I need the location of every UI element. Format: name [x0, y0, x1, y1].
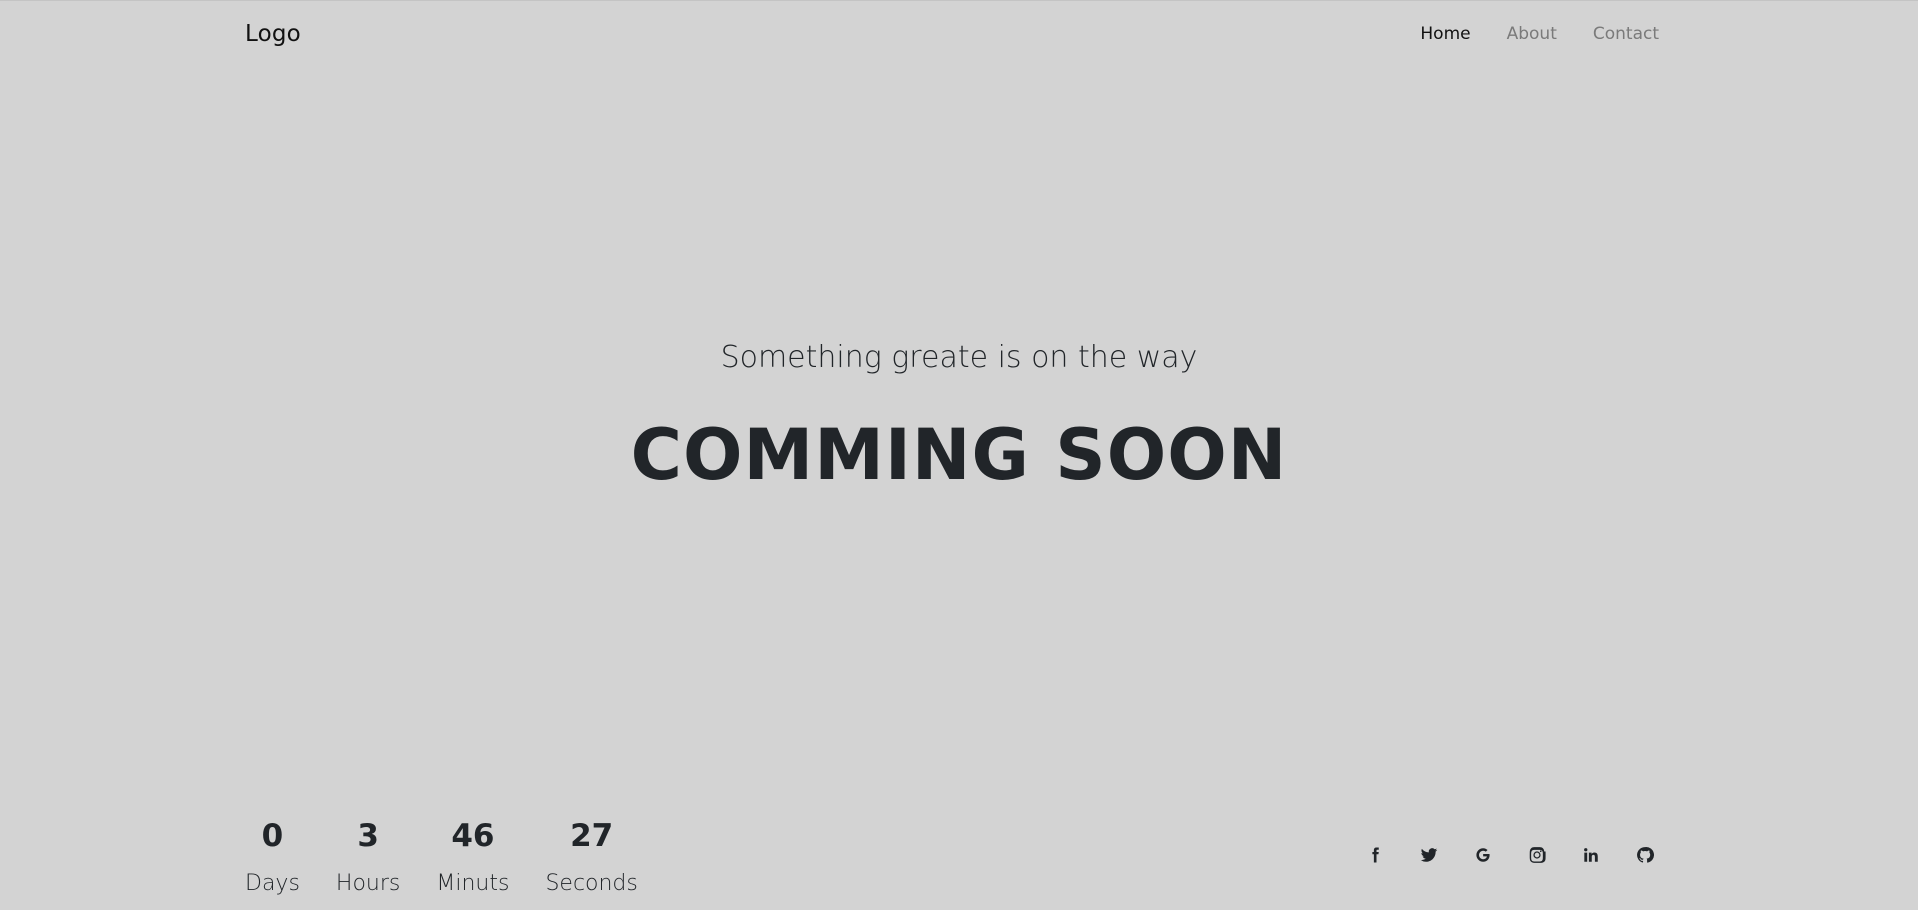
- instagram-icon[interactable]: [1510, 843, 1564, 867]
- facebook-icon[interactable]: [1348, 843, 1402, 867]
- google-icon[interactable]: [1456, 843, 1510, 867]
- countdown-seconds-label: Seconds: [545, 871, 638, 896]
- countdown-hours: 3 Hours: [336, 813, 400, 899]
- countdown-minutes: 46 Minuts: [436, 813, 509, 899]
- navbar: Logo Home About Contact: [245, 1, 1659, 67]
- nav-links: Home About Contact: [1402, 24, 1659, 44]
- countdown-minutes-label: Minuts: [436, 871, 510, 896]
- social-links: [1348, 843, 1672, 867]
- countdown-minutes-value: 46: [451, 818, 495, 854]
- nav-link-about[interactable]: About: [1489, 24, 1575, 44]
- github-icon[interactable]: [1618, 843, 1672, 867]
- nav-link-home[interactable]: Home: [1402, 24, 1488, 44]
- nav-link-contact[interactable]: Contact: [1575, 24, 1659, 44]
- countdown-seconds: 27 Seconds: [545, 813, 637, 899]
- countdown-seconds-value: 27: [570, 818, 614, 854]
- twitter-icon[interactable]: [1402, 843, 1456, 867]
- hero-subtitle: Something greate is on the way: [720, 340, 1198, 375]
- hero-section: Something greate is on the way COMMING S…: [0, 339, 1918, 495]
- hero-headline: COMMING SOON: [630, 414, 1288, 496]
- page: Logo Home About Contact Something greate…: [0, 0, 1918, 910]
- linkedin-icon[interactable]: [1564, 843, 1618, 867]
- countdown-days-label: Days: [245, 871, 300, 896]
- countdown-hours-value: 3: [357, 818, 379, 854]
- countdown-days: 0 Days: [245, 813, 300, 899]
- logo-link[interactable]: Logo: [245, 21, 301, 47]
- countdown-days-value: 0: [261, 818, 284, 854]
- countdown: 0 Days 3 Hours 46 Minuts 27 Seconds: [245, 813, 674, 899]
- countdown-hours-label: Hours: [335, 871, 401, 896]
